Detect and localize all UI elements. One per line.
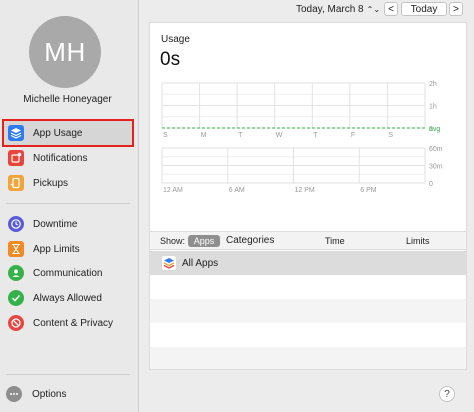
list-header: Show: Apps Categories Time Limits <box>150 232 466 250</box>
sidebar-item-label: Pickups <box>33 177 69 189</box>
sidebar-divider <box>6 374 130 375</box>
sidebar: MH Michelle Honeyager App Usage Notifica… <box>0 0 139 412</box>
x-tick-label: S <box>163 132 168 139</box>
downtime-icon <box>8 216 24 232</box>
list-item[interactable]: All Apps <box>150 251 466 275</box>
options-button[interactable]: Options <box>6 386 66 402</box>
pickup-icon <box>8 175 24 191</box>
x-tick-label: S <box>388 132 393 139</box>
avatar-initials: MH <box>44 36 86 67</box>
x-tick-label: 12 PM <box>295 187 315 194</box>
sidebar-item-communication[interactable]: Communication <box>4 261 132 285</box>
x-tick-label: T <box>313 132 318 139</box>
sidebar-item-label: Downtime <box>33 218 78 230</box>
sidebar-item-always-allowed[interactable]: Always Allowed <box>4 286 132 310</box>
usage-charts: 2h1h0S M T W T F Savg60m30m012 AM 6 AM 12 PM 6 PM <box>161 81 443 194</box>
average-label: avg <box>429 126 440 133</box>
avatar: MH <box>29 16 101 88</box>
stepper-icon: ⌃⌄ <box>366 4 381 14</box>
sidebar-item-app-limits[interactable]: App Limits <box>4 237 132 261</box>
y-tick-label: 2h <box>429 81 437 88</box>
hourglass-icon <box>8 241 24 257</box>
sidebar-item-label: App Usage <box>33 127 83 139</box>
sidebar-item-downtime[interactable]: Downtime <box>4 212 132 236</box>
sidebar-item-app-usage[interactable]: App Usage <box>2 119 134 147</box>
sidebar-item-pickups[interactable]: Pickups <box>4 171 132 195</box>
layers-icon <box>8 125 24 141</box>
previous-day-button[interactable]: < <box>384 2 398 16</box>
x-tick-label: F <box>351 132 355 139</box>
checkmark-icon <box>8 290 24 306</box>
notification-icon <box>8 150 24 166</box>
next-day-button[interactable]: > <box>449 2 463 16</box>
y-tick-label: 1h <box>429 104 437 111</box>
x-tick-label: W <box>276 132 283 139</box>
sidebar-item-content-privacy[interactable]: Content & Privacy <box>4 311 132 335</box>
usage-panel: Usage 0s 2h 1h 0 S M T W T F Savg 60m 30m 0 12 AM 6 AM… <box>149 22 467 232</box>
apps-tab[interactable]: Apps <box>188 235 220 247</box>
time-column-header[interactable]: Time <box>325 236 345 246</box>
communication-icon <box>8 265 24 281</box>
x-tick-label: M <box>201 132 207 139</box>
date-selector[interactable]: Today, March 8 ⌃⌄ <box>296 0 380 18</box>
y-tick-label: 0 <box>429 181 433 188</box>
list-empty-row <box>150 347 466 369</box>
apps-list-panel: Show: Apps Categories Time Limits All Ap… <box>149 232 467 370</box>
x-tick-label: T <box>238 132 243 139</box>
restricted-icon <box>8 315 24 331</box>
y-tick-label: 60m <box>429 146 443 153</box>
user-name: Michelle Honeyager <box>23 94 112 105</box>
sidebar-item-label: App Limits <box>33 243 80 255</box>
sidebar-item-label: Content & Privacy <box>33 317 114 329</box>
list-empty-row <box>150 323 466 347</box>
sidebar-item-label: Always Allowed <box>33 292 102 304</box>
y-tick-label: 30m <box>429 164 443 171</box>
limits-column-header[interactable]: Limits <box>406 236 430 246</box>
today-button[interactable]: Today <box>401 2 447 16</box>
list-item-label: All Apps <box>182 258 219 269</box>
ellipsis-icon <box>6 386 22 402</box>
list-empty-row <box>150 275 466 299</box>
x-tick-label: 6 AM <box>229 187 245 194</box>
help-button[interactable]: ? <box>439 386 455 402</box>
x-tick-label: 6 PM <box>360 187 377 194</box>
layers-icon <box>161 255 177 271</box>
list-empty-row <box>150 299 466 323</box>
sidebar-item-label: Notifications <box>33 152 88 164</box>
options-label: Options <box>32 388 67 400</box>
show-label: Show: <box>160 236 186 246</box>
sidebar-divider <box>6 203 130 204</box>
sidebar-item-notifications[interactable]: Notifications <box>4 146 132 170</box>
categories-tab[interactable]: Categories <box>226 235 274 246</box>
sidebar-item-label: Communication <box>33 267 103 279</box>
date-label: Today, March 8 <box>296 3 364 15</box>
x-tick-label: 12 AM <box>163 187 183 194</box>
